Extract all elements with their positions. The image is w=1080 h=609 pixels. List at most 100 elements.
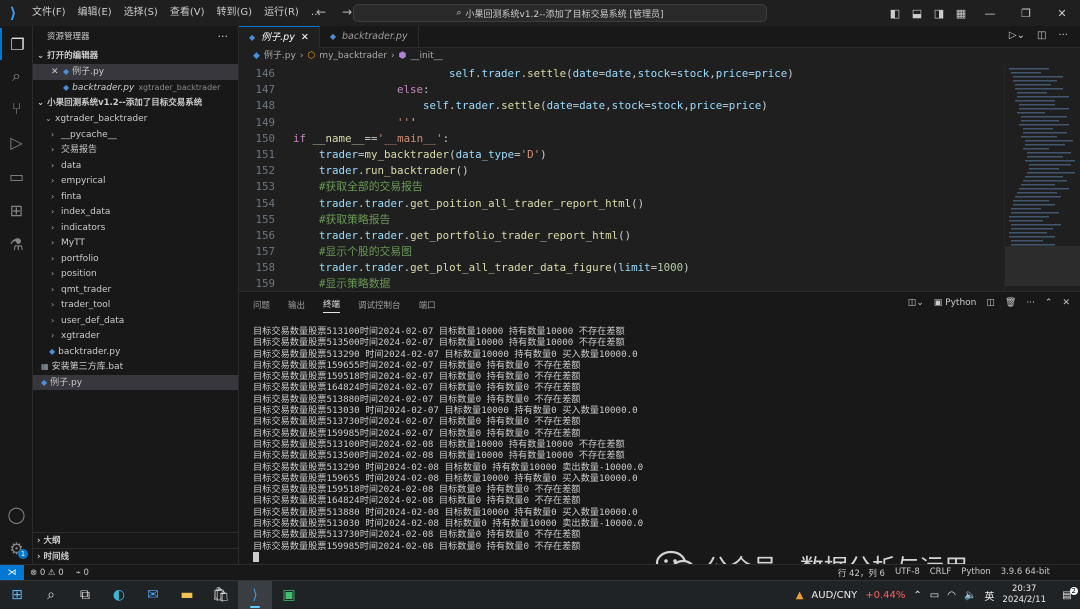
windows-start-icon[interactable]: ⊞ — [0, 581, 34, 609]
search-icon[interactable]: ⌕ — [34, 581, 68, 609]
explorer-icon[interactable]: ❐ — [0, 28, 33, 60]
breadcrumb-file[interactable]: 例子.py — [264, 48, 296, 64]
file-explorer-icon[interactable]: ▬ — [170, 581, 204, 609]
edge-browser-icon[interactable]: ◐ — [102, 581, 136, 609]
open-editor-item[interactable]: ✕ ◆ 例子.py — [33, 64, 238, 80]
menu-selection[interactable]: 选择(S) — [118, 0, 164, 26]
menu-view[interactable]: 查看(V) — [164, 0, 211, 26]
volume-icon[interactable]: 🔈 — [964, 590, 976, 601]
language-mode[interactable]: Python — [961, 567, 990, 579]
folder-item[interactable]: › index_data — [33, 204, 238, 220]
testing-icon[interactable]: ⚗ — [0, 228, 33, 260]
file-item[interactable]: ◆ backtrader.py — [33, 344, 238, 360]
split-terminal-icon[interactable]: ◫⌄ — [908, 298, 924, 308]
trash-icon[interactable]: 🗑 — [1005, 298, 1016, 308]
folder-item[interactable]: › indicators — [33, 220, 238, 236]
remote-explorer-icon[interactable]: ▭ — [0, 160, 33, 192]
command-center-search[interactable]: ⌕ 小果回测系统v1.2--添加了目标交易系统 [管理员] — [353, 4, 767, 22]
source-control-icon[interactable]: ⑂ — [0, 92, 33, 124]
tab-problems[interactable]: 问题 — [253, 299, 270, 311]
line-ending[interactable]: CRLF — [930, 567, 951, 579]
search-icon[interactable]: ⌕ — [0, 60, 33, 92]
tab-example-py[interactable]: ◆ 例子.py ✕ — [239, 26, 320, 48]
folder-item[interactable]: › qmt_trader — [33, 282, 238, 298]
workspace-section[interactable]: ⌄ 小果回测系统v1.2--添加了目标交易系统 — [33, 95, 238, 111]
folder-item[interactable]: › data — [33, 158, 238, 174]
toggle-sidebar-icon[interactable]: ◧ — [884, 7, 906, 20]
settings-gear-icon[interactable]: ⚙ 1 — [0, 532, 33, 564]
remote-indicator-icon[interactable]: ⋊ — [0, 564, 24, 581]
terminal-output[interactable]: 目标交易数量股票513100时间2024-02-07 目标数量10000 持有数… — [253, 326, 643, 563]
tab-ports[interactable]: 端口 — [419, 299, 436, 311]
outline-section[interactable]: › 大纲 — [33, 532, 239, 548]
open-editor-item[interactable]: ◆ backtrader.py xgtrader_backtrader — [33, 80, 238, 96]
folder-item[interactable]: › position — [33, 266, 238, 282]
more-actions-icon[interactable]: ··· — [1058, 30, 1068, 41]
folder-item[interactable]: ⌄ xgtrader_backtrader — [33, 111, 238, 127]
notification-icon[interactable]: ▤ 2 — [1054, 586, 1080, 601]
back-button[interactable]: ← — [316, 5, 326, 19]
menu-file[interactable]: 文件(F) — [26, 0, 72, 26]
wifi-icon[interactable]: ◠ — [947, 590, 956, 601]
maximize-panel-icon[interactable]: ⌃ — [1045, 298, 1053, 308]
file-item[interactable]: ▦ 安装第三方库.bat — [33, 359, 238, 375]
chevron-up-icon[interactable]: ⌃ — [913, 590, 921, 601]
problems-count[interactable]: ⊗ 0 ⚠ 0 — [24, 568, 70, 578]
breadcrumb-method[interactable]: __init__ — [410, 48, 442, 64]
vscode-taskbar-icon[interactable]: ⟩ — [238, 580, 272, 609]
folder-item[interactable]: › user_def_data — [33, 313, 238, 329]
cursor-position[interactable]: 行 42，列 6 — [838, 567, 885, 579]
more-actions-icon[interactable]: ··· — [218, 26, 229, 48]
forward-button[interactable]: → — [342, 5, 352, 19]
tab-backtrader-py[interactable]: ◆ backtrader.py — [320, 26, 419, 48]
menu-go[interactable]: 转到(G) — [211, 0, 259, 26]
minimap[interactable] — [1004, 66, 1080, 291]
toggle-panel-icon[interactable]: ⬓ — [906, 7, 928, 20]
clock[interactable]: 20:37 2024/2/11 — [1002, 584, 1046, 606]
extensions-icon[interactable]: ⊞ — [0, 194, 33, 226]
close-panel-icon[interactable]: ✕ — [1062, 298, 1070, 308]
folder-item[interactable]: › 交易报告 — [33, 142, 238, 158]
mail-icon[interactable]: ✉ — [136, 581, 170, 609]
encoding[interactable]: UTF-8 — [895, 567, 920, 579]
store-icon[interactable]: 🛍 — [204, 581, 238, 609]
menu-edit[interactable]: 编辑(E) — [72, 0, 118, 26]
tab-output[interactable]: 输出 — [288, 299, 305, 311]
terminal-app-icon[interactable]: ▣ — [272, 581, 306, 609]
network-icon[interactable]: ▭ — [930, 590, 939, 601]
folder-item[interactable]: › finta — [33, 189, 238, 205]
ports-count[interactable]: ⌁ 0 — [70, 568, 95, 578]
code-editor[interactable]: 146 self.trader.settle(date=date,stock=s… — [239, 66, 1009, 291]
input-method[interactable]: 英 — [984, 588, 994, 603]
close-icon[interactable]: ✕ — [301, 27, 309, 49]
terminal-shell-label[interactable]: ▣ Python — [934, 298, 977, 308]
python-interpreter[interactable]: 3.9.6 64-bit — [1001, 567, 1050, 579]
close-window-button[interactable]: ✕ — [1044, 7, 1080, 20]
breadcrumb-class[interactable]: my_backtrader — [319, 48, 387, 64]
open-editors-section[interactable]: ⌄ 打开的编辑器 — [33, 48, 238, 64]
run-debug-icon[interactable]: ▷ — [0, 126, 33, 158]
customize-layout-icon[interactable]: ▦ — [950, 7, 972, 20]
split-editor-icon[interactable]: ◫ — [1037, 30, 1046, 41]
folder-item[interactable]: › portfolio — [33, 251, 238, 267]
folder-item[interactable]: › trader_tool — [33, 297, 238, 313]
more-actions-icon[interactable]: ··· — [1026, 298, 1035, 308]
split-icon[interactable]: ◫ — [986, 298, 995, 308]
maximize-button[interactable]: ❐ — [1008, 7, 1044, 20]
folder-item[interactable]: › MyTT — [33, 235, 238, 251]
close-icon[interactable]: ✕ — [51, 65, 63, 80]
file-item[interactable]: ◆ 例子.py — [33, 374, 238, 390]
tab-terminal[interactable]: 终端 — [323, 298, 341, 313]
minimize-button[interactable]: — — [972, 7, 1008, 20]
folder-item[interactable]: › xgtrader — [33, 328, 238, 344]
timeline-section[interactable]: › 时间线 — [33, 548, 239, 564]
stock-symbol[interactable]: AUD/CNY — [811, 590, 857, 601]
menu-run[interactable]: 运行(R) — [258, 0, 305, 26]
folder-item[interactable]: › empyrical — [33, 173, 238, 189]
toggle-secondary-sidebar-icon[interactable]: ◨ — [928, 7, 950, 20]
tab-debug-console[interactable]: 调试控制台 — [358, 299, 401, 311]
task-view-icon[interactable]: ⧉ — [68, 581, 102, 609]
folder-item[interactable]: › __pycache__ — [33, 127, 238, 143]
account-icon[interactable]: ◯ — [0, 498, 33, 530]
run-python-icon[interactable]: ▷⌄ — [1009, 30, 1025, 41]
